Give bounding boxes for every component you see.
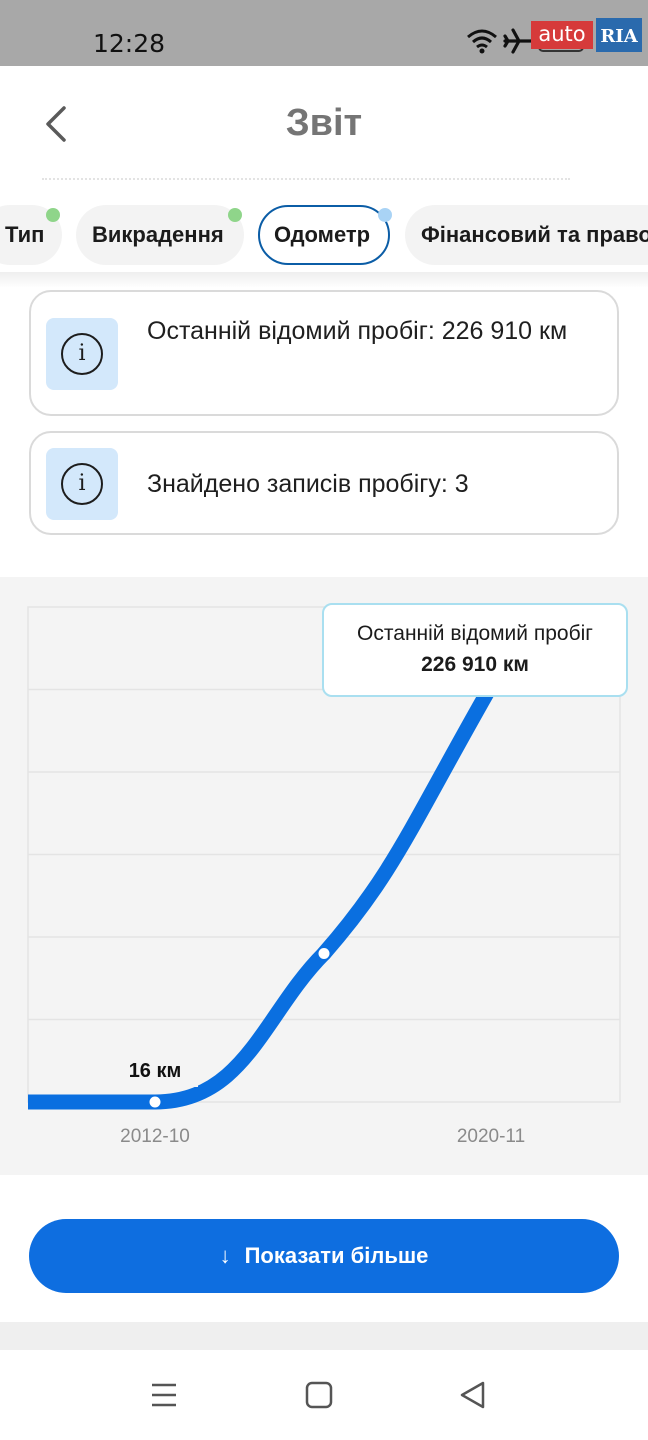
status-dot	[378, 208, 392, 222]
status-time: 12:28	[93, 29, 166, 58]
tab-type[interactable]: Тип	[0, 205, 62, 265]
show-more-button[interactable]: ↓ Показати більше	[29, 1219, 619, 1293]
arrow-down-icon: ↓	[219, 1243, 231, 1268]
logo-ria-text: RIA	[596, 18, 642, 52]
logo-auto-text: auto	[531, 21, 593, 49]
data-point[interactable]	[316, 946, 332, 961]
info-icon-box: i	[46, 448, 118, 520]
header-divider	[42, 178, 570, 180]
chart-tooltip: Останній відомий пробіг 226 910 км	[322, 603, 628, 697]
page-title: Звіт	[285, 102, 363, 144]
wifi-icon	[467, 29, 497, 54]
status-dot	[46, 208, 60, 222]
tooltip-label: Останній відомий пробіг	[357, 622, 593, 645]
info-card-text: Знайдено записів пробігу: 3	[147, 470, 469, 498]
back-triangle-icon[interactable]	[458, 1380, 486, 1410]
tabs-shadow	[0, 272, 648, 288]
autoria-logo: auto RIA	[531, 18, 643, 52]
status-bar: 12:28 auto RIA	[0, 0, 648, 66]
info-card-text: Останній відомий пробіг: 226 910 км	[147, 317, 568, 345]
series-line	[28, 682, 498, 1110]
info-card-records-count: i Знайдено записів пробігу: 3	[29, 431, 619, 535]
info-icon: i	[61, 333, 103, 375]
point-label: 16 км	[112, 1055, 198, 1087]
show-more-label: Показати більше	[244, 1243, 429, 1268]
info-icon: i	[61, 463, 103, 505]
tooltip-value: 226 910 км	[421, 653, 529, 676]
menu-icon[interactable]	[150, 1380, 178, 1410]
x-tick-label: 2020-11	[457, 1126, 525, 1147]
section-tabs: Тип Викрадення Одометр Фінансовий та пра…	[0, 200, 648, 272]
tab-odometer[interactable]: Одометр	[258, 205, 392, 265]
tab-financial-legal[interactable]: Фінансовий та право	[405, 205, 648, 265]
airplane-icon	[503, 28, 533, 54]
status-dot	[228, 208, 242, 222]
system-nav-bar	[0, 1350, 648, 1440]
tab-label: Фінансовий та право	[421, 222, 648, 247]
info-icon-box: i	[46, 318, 118, 390]
info-card-last-mileage: i Останній відомий пробіг: 226 910 км	[29, 290, 619, 416]
tab-label: Викрадення	[92, 222, 224, 247]
data-point[interactable]	[147, 1094, 163, 1110]
bottom-divider	[0, 1322, 648, 1350]
mileage-chart: 2012-10 2020-11 Останній відомий пробіг 2…	[0, 577, 648, 1175]
tab-label: Тип	[5, 222, 45, 247]
home-square-icon[interactable]	[305, 1380, 333, 1410]
x-tick-label: 2012-10	[120, 1126, 190, 1147]
tab-label: Одометр	[274, 222, 371, 247]
tab-theft[interactable]: Викрадення	[76, 205, 244, 265]
